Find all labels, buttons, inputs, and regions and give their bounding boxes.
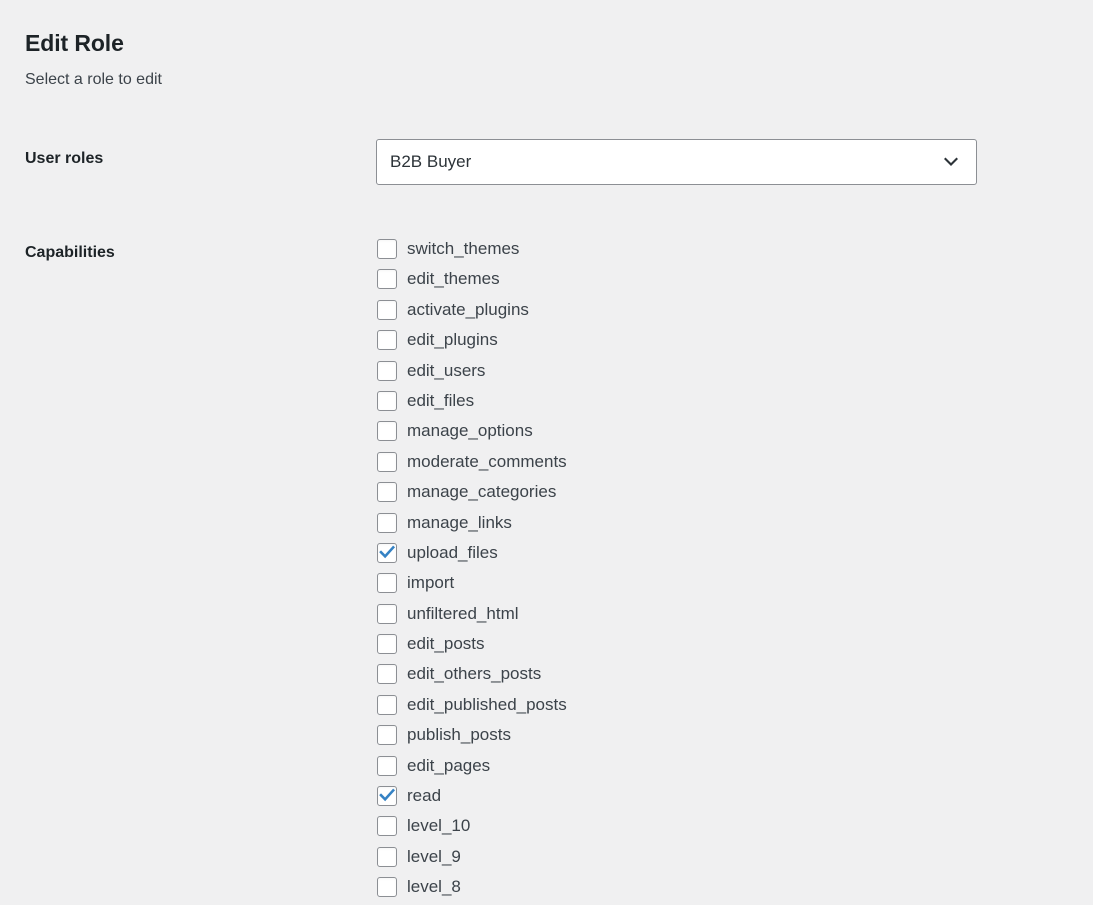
capability-checkbox-level_9[interactable] xyxy=(377,846,397,867)
capability-label: unfiltered_html xyxy=(407,603,519,623)
capability-label: edit_files xyxy=(407,390,475,410)
edit-role-page: Edit Role Select a role to edit User rol… xyxy=(0,0,1093,901)
capability-label: manage_links xyxy=(407,512,512,532)
capability-checkbox-edit_themes[interactable] xyxy=(377,269,397,290)
capability-checkbox-manage_links[interactable] xyxy=(377,512,397,533)
check-icon xyxy=(377,785,397,805)
capability-checkbox-edit_pages[interactable] xyxy=(377,755,397,776)
capability-row-level_10[interactable]: level_10 xyxy=(377,813,977,843)
capability-row-edit_published_posts[interactable]: edit_published_posts xyxy=(377,692,977,722)
capability-label: level_8 xyxy=(407,877,461,897)
capability-checkbox-edit_plugins[interactable] xyxy=(377,330,397,351)
capability-checkbox-manage_categories[interactable] xyxy=(377,482,397,503)
capability-label: read xyxy=(407,786,442,806)
capability-label: manage_categories xyxy=(407,482,557,502)
capability-label: edit_plugins xyxy=(407,330,498,350)
user-roles-label: User roles xyxy=(25,150,104,167)
capability-checkbox-edit_posts[interactable] xyxy=(377,634,397,655)
capability-label: level_10 xyxy=(407,816,471,836)
capability-label: edit_users xyxy=(407,360,486,380)
capability-label: edit_themes xyxy=(407,269,500,289)
capability-checkbox-level_10[interactable] xyxy=(377,816,397,837)
capability-row-edit_posts[interactable]: edit_posts xyxy=(377,631,977,661)
capability-label: manage_options xyxy=(407,421,533,441)
capability-label: upload_files xyxy=(407,542,498,562)
capability-label: edit_others_posts xyxy=(407,664,542,684)
capability-row-edit_pages[interactable]: edit_pages xyxy=(377,753,977,783)
capability-row-level_9[interactable]: level_9 xyxy=(377,844,977,874)
capability-label: activate_plugins xyxy=(407,299,529,319)
capability-checkbox-unfiltered_html[interactable] xyxy=(377,603,397,624)
capability-label: level_9 xyxy=(407,846,461,866)
user-roles-selected-value: B2B Buyer xyxy=(390,152,472,171)
capability-row-manage_links[interactable]: manage_links xyxy=(377,510,977,540)
capability-label: edit_posts xyxy=(407,634,485,654)
capability-checkbox-moderate_comments[interactable] xyxy=(377,451,397,472)
capability-checkbox-edit_others_posts[interactable] xyxy=(377,664,397,685)
capability-row-manage_categories[interactable]: manage_categories xyxy=(377,479,977,509)
capability-label: publish_posts xyxy=(407,725,511,745)
page-title: Edit Role xyxy=(25,30,124,57)
capability-checkbox-edit_users[interactable] xyxy=(377,360,397,381)
page-subtitle: Select a role to edit xyxy=(25,71,162,88)
capability-row-moderate_comments[interactable]: moderate_comments xyxy=(377,449,977,479)
capability-row-edit_users[interactable]: edit_users xyxy=(377,358,977,388)
capability-row-upload_files[interactable]: upload_files xyxy=(377,540,977,570)
capability-label: edit_published_posts xyxy=(407,694,567,714)
capability-row-edit_themes[interactable]: edit_themes xyxy=(377,266,977,296)
capability-row-edit_plugins[interactable]: edit_plugins xyxy=(377,327,977,357)
capability-row-import[interactable]: import xyxy=(377,570,977,600)
capability-label: switch_themes xyxy=(407,239,520,258)
capability-checkbox-manage_options[interactable] xyxy=(377,421,397,442)
capability-row-edit_others_posts[interactable]: edit_others_posts xyxy=(377,661,977,691)
capability-checkbox-level_8[interactable] xyxy=(377,877,397,898)
capability-row-manage_options[interactable]: manage_options xyxy=(377,418,977,448)
capability-checkbox-activate_plugins[interactable] xyxy=(377,299,397,320)
capability-row-edit_files[interactable]: edit_files xyxy=(377,388,977,418)
capability-label: moderate_comments xyxy=(407,451,567,471)
capability-checkbox-switch_themes[interactable] xyxy=(377,239,397,259)
capabilities-list: switch_themes edit_themes activate_plugi… xyxy=(377,236,977,905)
capability-label: import xyxy=(407,573,455,593)
capabilities-label: Capabilities xyxy=(25,244,115,261)
capability-row-unfiltered_html[interactable]: unfiltered_html xyxy=(377,601,977,631)
capability-checkbox-edit_published_posts[interactable] xyxy=(377,694,397,715)
capability-checkbox-publish_posts[interactable] xyxy=(377,725,397,746)
capability-row-level_8[interactable]: level_8 xyxy=(377,874,977,904)
capability-checkbox-edit_files[interactable] xyxy=(377,390,397,411)
capability-row-switch_themes[interactable]: switch_themes xyxy=(377,236,977,266)
capability-checkbox-read[interactable] xyxy=(377,785,397,807)
capability-checkbox-import[interactable] xyxy=(377,573,397,594)
user-roles-select[interactable]: B2B Buyer xyxy=(376,139,977,185)
capability-checkbox-upload_files[interactable] xyxy=(377,542,397,563)
capability-row-read[interactable]: read xyxy=(377,783,977,813)
capability-row-publish_posts[interactable]: publish_posts xyxy=(377,722,977,752)
capability-label: edit_pages xyxy=(407,755,491,775)
capability-row-activate_plugins[interactable]: activate_plugins xyxy=(377,297,977,327)
chevron-down-icon xyxy=(941,140,961,184)
check-icon xyxy=(377,542,397,562)
